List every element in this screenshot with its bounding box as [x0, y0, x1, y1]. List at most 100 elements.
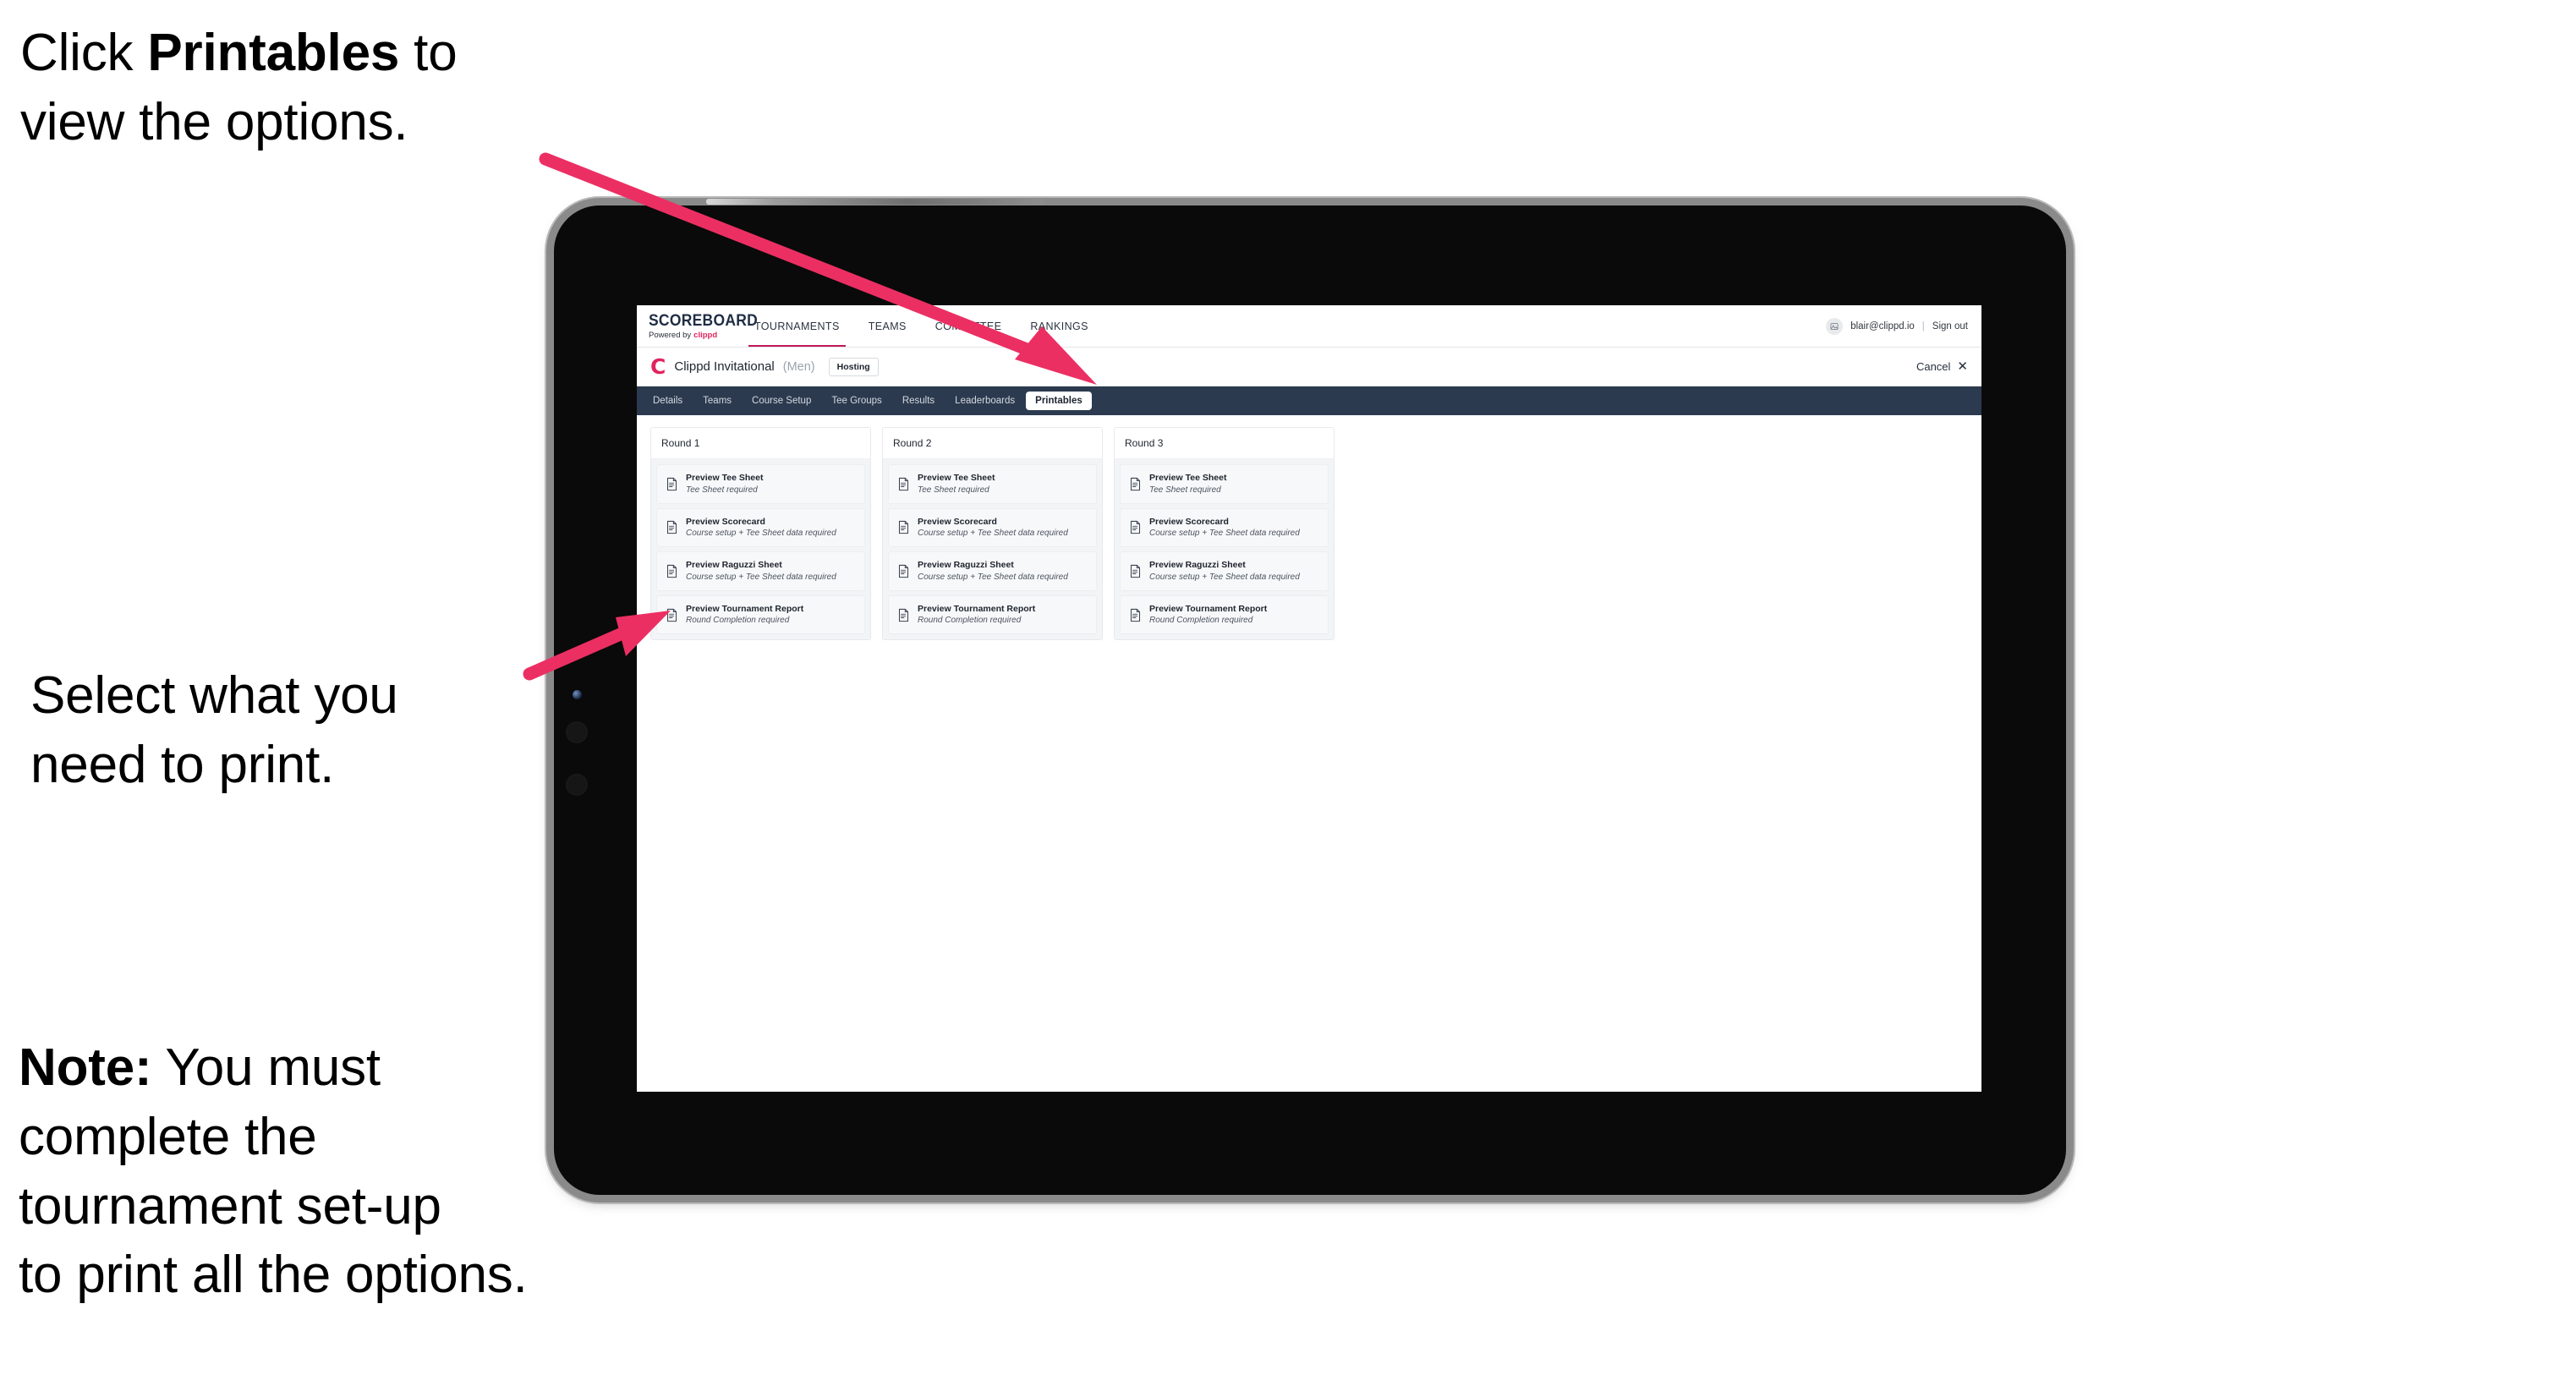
- document-icon: [1129, 608, 1142, 622]
- printable-item-requirement: Course setup + Tee Sheet data required: [686, 572, 836, 582]
- front-camera-icon: [573, 690, 582, 699]
- section-tab-bar: Details Teams Course Setup Tee Groups Result…: [637, 386, 1981, 415]
- printable-item-title: Preview Tee Sheet: [918, 473, 995, 483]
- printable-item-title: Preview Raguzzi Sheet: [918, 560, 1014, 571]
- tab-tee-groups[interactable]: Tee Groups: [822, 392, 891, 410]
- nav-item-rankings[interactable]: RANKINGS: [1016, 305, 1103, 347]
- round-header: Round 1: [651, 428, 870, 459]
- printable-item-text: Preview Tournament Report Round Completio…: [686, 604, 803, 627]
- document-icon: [897, 608, 910, 622]
- sign-out-link[interactable]: Sign out: [1932, 321, 1968, 331]
- printable-item-requirement: Round Completion required: [686, 616, 790, 626]
- printable-item-title: Preview Tournament Report: [1149, 603, 1268, 614]
- printable-item-preview-scorecard[interactable]: Preview Scorecard Course setup + Tee Shee…: [1120, 507, 1329, 548]
- annotation-click-printables: Click Printables to view the options.: [20, 19, 562, 157]
- nav-item-label: TOURNAMENTS: [754, 320, 840, 332]
- printable-item-preview-raguzzi-sheet[interactable]: Preview Raguzzi Sheet Course setup + Tee …: [1120, 551, 1329, 591]
- printable-item-preview-tournament-report[interactable]: Preview Tournament Report Round Completio…: [888, 594, 1097, 635]
- printable-item-title: Preview Raguzzi Sheet: [1149, 560, 1246, 571]
- brand-logo[interactable]: SCOREBOARD Powered by clippd: [637, 305, 759, 347]
- tablet-top-antenna-strip: [706, 199, 1044, 205]
- printable-item-preview-tournament-report[interactable]: Preview Tournament Report Round Completio…: [1120, 594, 1329, 635]
- tab-teams[interactable]: Teams: [693, 392, 741, 410]
- document-icon: [1129, 520, 1142, 534]
- printable-item-preview-raguzzi-sheet[interactable]: Preview Raguzzi Sheet Course setup + Tee …: [656, 551, 865, 591]
- document-icon: [666, 520, 678, 534]
- printable-item-requirement: Round Completion required: [918, 616, 1022, 626]
- top-navigation-bar: SCOREBOARD Powered by clippd TOURNAMENTS…: [637, 305, 1981, 348]
- brand-subtitle: Powered by clippd: [649, 331, 740, 340]
- printable-item-text: Preview Tournament Report Round Completio…: [918, 604, 1035, 627]
- cancel-label: Cancel: [1916, 360, 1951, 373]
- printable-item-requirement: Round Completion required: [1149, 616, 1253, 626]
- tab-course-setup[interactable]: Course Setup: [743, 392, 820, 410]
- round-column-1: Round 1 Preview Tee Sheet Tee Sheet requir…: [650, 427, 871, 641]
- document-icon: [897, 564, 910, 578]
- account-area: blair@clippd.io | Sign out: [1826, 305, 1981, 347]
- printable-item-title: Preview Raguzzi Sheet: [686, 560, 782, 571]
- printable-item-text: Preview Scorecard Course setup + Tee Shee…: [918, 517, 1068, 540]
- printable-item-text: Preview Raguzzi Sheet Course setup + Tee …: [918, 560, 1068, 583]
- printable-item-text: Preview Raguzzi Sheet Course setup + Tee …: [1149, 560, 1300, 583]
- printable-item-preview-scorecard[interactable]: Preview Scorecard Course setup + Tee Shee…: [888, 507, 1097, 548]
- printable-item-preview-tee-sheet[interactable]: Preview Tee Sheet Tee Sheet required: [1120, 464, 1329, 504]
- tablet-screen: SCOREBOARD Powered by clippd TOURNAMENTS…: [637, 305, 1981, 1092]
- tab-results[interactable]: Results: [893, 392, 944, 410]
- tab-details[interactable]: Details: [644, 392, 692, 410]
- bezel-button-one[interactable]: [566, 721, 588, 743]
- tournament-subheader: C Clippd Invitational (Men) Hosting Canc…: [637, 348, 1981, 386]
- printable-item-requirement: Course setup + Tee Sheet data required: [1149, 572, 1300, 582]
- nav-item-label: TEAMS: [868, 320, 907, 332]
- nav-item-teams[interactable]: TEAMS: [854, 305, 921, 347]
- document-icon: [1129, 477, 1142, 491]
- primary-nav-items: TOURNAMENTS TEAMS COMMITTEE RANKINGS: [740, 305, 1103, 347]
- document-icon: [897, 520, 910, 534]
- close-x-icon: ✕: [1957, 359, 1968, 374]
- printable-item-title: Preview Scorecard: [918, 516, 997, 527]
- brand-title: SCOREBOARD: [649, 311, 759, 330]
- brand-powered-by: Powered by: [649, 330, 692, 340]
- annotation-text-before: Click: [20, 24, 148, 82]
- round-column-2: Round 2 Preview Tee Sheet Tee Sheet requir…: [882, 427, 1103, 641]
- nav-item-committee[interactable]: COMMITTEE: [921, 305, 1017, 347]
- clippd-logo-mark: C: [650, 354, 666, 379]
- document-icon: [666, 477, 678, 491]
- round-item-list: Preview Tee Sheet Tee Sheet required Previ…: [883, 459, 1102, 640]
- document-icon: [666, 564, 678, 578]
- printable-item-requirement: Tee Sheet required: [918, 485, 989, 495]
- printable-item-requirement: Tee Sheet required: [686, 485, 758, 495]
- printable-item-requirement: Course setup + Tee Sheet data required: [1149, 529, 1300, 539]
- user-avatar-icon[interactable]: [1826, 317, 1844, 335]
- printable-item-preview-raguzzi-sheet[interactable]: Preview Raguzzi Sheet Course setup + Tee …: [888, 551, 1097, 591]
- printable-item-preview-tee-sheet[interactable]: Preview Tee Sheet Tee Sheet required: [656, 464, 865, 504]
- user-email: blair@clippd.io: [1850, 320, 1915, 331]
- tournament-gender: (Men): [782, 359, 815, 374]
- printable-item-requirement: Course setup + Tee Sheet data required: [918, 572, 1068, 582]
- printable-item-text: Preview Tee Sheet Tee Sheet required: [686, 473, 763, 496]
- printable-item-text: Preview Scorecard Course setup + Tee Shee…: [686, 517, 836, 540]
- document-icon: [666, 608, 678, 622]
- printable-item-text: Preview Tournament Report Round Completio…: [1149, 604, 1267, 627]
- printable-item-preview-tournament-report[interactable]: Preview Tournament Report Round Completio…: [656, 594, 865, 635]
- printable-item-requirement: Course setup + Tee Sheet data required: [686, 529, 836, 539]
- document-icon: [897, 477, 910, 491]
- bezel-button-two[interactable]: [566, 774, 588, 796]
- round-item-list: Preview Tee Sheet Tee Sheet required Previ…: [651, 459, 870, 640]
- tournament-name: Clippd Invitational: [674, 359, 775, 374]
- tab-printables[interactable]: Printables: [1026, 392, 1092, 410]
- printable-item-preview-scorecard[interactable]: Preview Scorecard Course setup + Tee Shee…: [656, 507, 865, 548]
- printable-item-title: Preview Scorecard: [686, 516, 765, 527]
- cancel-button[interactable]: Cancel ✕: [1916, 360, 1968, 373]
- printables-content: Round 1 Preview Tee Sheet Tee Sheet requir…: [637, 415, 1981, 653]
- tablet-device-frame: SCOREBOARD Powered by clippd TOURNAMENTS…: [554, 199, 2066, 1195]
- printable-item-title: Preview Tee Sheet: [1149, 473, 1227, 483]
- printable-item-title: Preview Tee Sheet: [686, 473, 764, 483]
- nav-separator: |: [1921, 320, 1925, 331]
- nav-item-label: COMMITTEE: [934, 320, 1002, 332]
- printable-item-requirement: Course setup + Tee Sheet data required: [918, 529, 1068, 539]
- tab-leaderboards[interactable]: Leaderboards: [945, 392, 1024, 410]
- nav-item-tournaments[interactable]: TOURNAMENTS: [740, 305, 854, 347]
- round-item-list: Preview Tee Sheet Tee Sheet required Previ…: [1115, 459, 1334, 640]
- printable-item-preview-tee-sheet[interactable]: Preview Tee Sheet Tee Sheet required: [888, 464, 1097, 504]
- printable-item-text: Preview Tee Sheet Tee Sheet required: [1149, 473, 1226, 496]
